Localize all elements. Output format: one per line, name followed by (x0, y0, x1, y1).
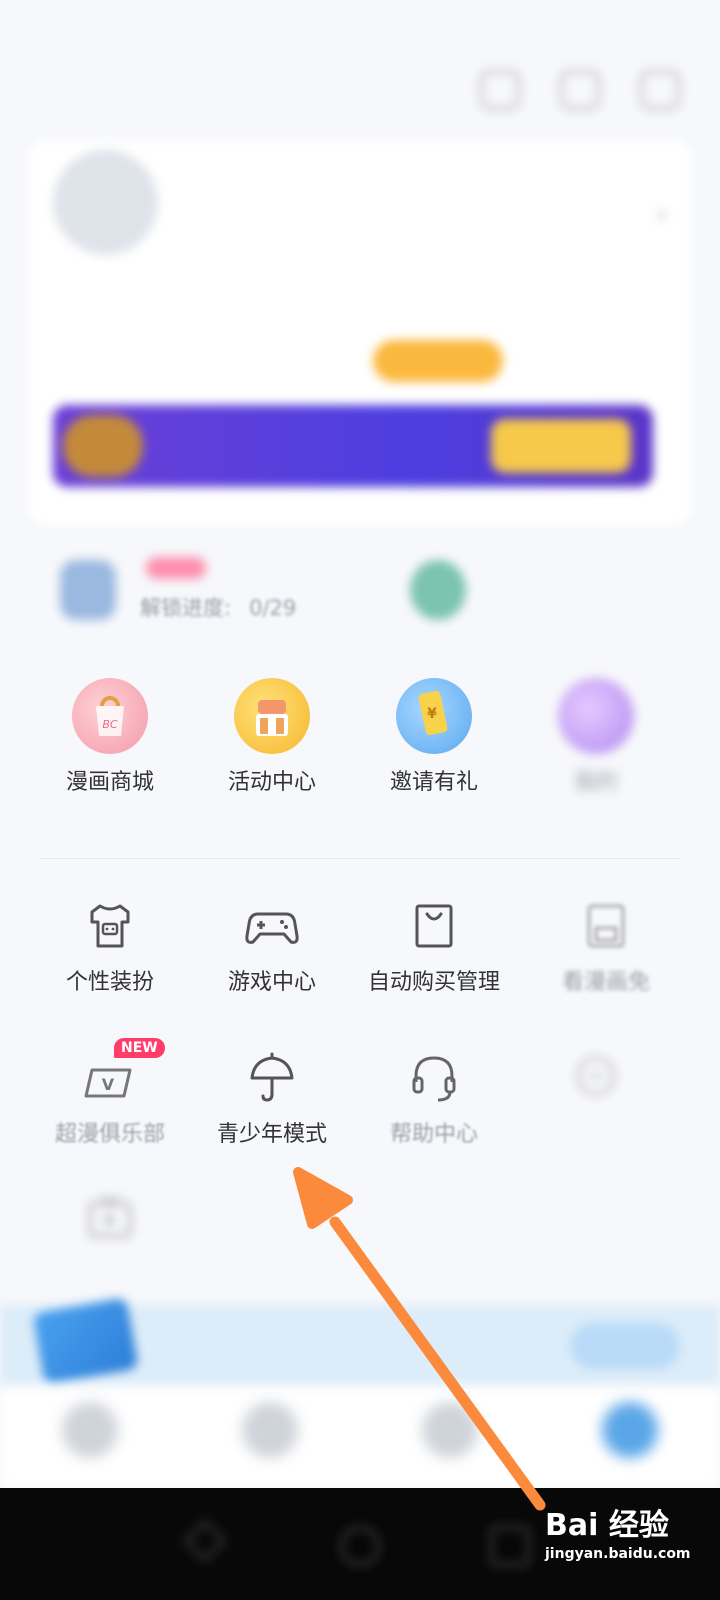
promo-banner[interactable] (0, 1297, 720, 1387)
lock-box-icon (60, 560, 116, 620)
svg-text:V: V (102, 1075, 115, 1094)
mini-title (140, 555, 206, 580)
badge-icon (410, 560, 466, 620)
tab-me[interactable] (540, 1402, 720, 1462)
feature-label: 帮助中心 (389, 1122, 478, 1147)
vip-open-button[interactable] (491, 419, 631, 473)
crown-icon (63, 415, 143, 477)
feature-label: 青少年模式 (216, 1122, 327, 1147)
feature-help-center[interactable]: 帮助中心 (344, 1050, 524, 1148)
feature-comic-mall[interactable]: BC 漫画商城 (20, 678, 200, 796)
recents-icon[interactable] (490, 1526, 530, 1566)
invite-coupon-icon: ¥ (396, 678, 472, 754)
feature-free-comics[interactable]: 看漫画免 (516, 898, 696, 996)
feature-tv[interactable] (20, 1190, 200, 1256)
progress-label: 解锁进度: (140, 596, 232, 620)
feature-row-1: BC 漫画商城 活动中心 ¥ 邀请有礼 我的 (0, 678, 720, 808)
profile-card[interactable]: › (28, 140, 692, 525)
profile-icon (602, 1402, 658, 1458)
feature-label: 我的 (573, 770, 618, 795)
mini-item-right[interactable] (410, 550, 690, 640)
avatar[interactable] (53, 150, 158, 255)
tshirt-icon (82, 898, 138, 954)
bookshelf-icon (242, 1402, 298, 1458)
tab-home[interactable] (0, 1402, 180, 1462)
feature-label: 邀请有礼 (389, 770, 478, 795)
feature-feedback[interactable] (506, 1050, 686, 1116)
discover-icon (422, 1402, 478, 1458)
unlock-progress: 解锁进度: 0/29 (140, 592, 296, 622)
feature-label: 自动购买管理 (367, 970, 500, 995)
card-icon (32, 1297, 139, 1385)
home-nav-icon[interactable] (340, 1526, 380, 1566)
shirt-dress-icon[interactable] (480, 70, 520, 110)
feature-label: 个性装扮 (65, 970, 154, 995)
message-icon[interactable] (560, 70, 600, 110)
feature-label: 超漫俱乐部 (54, 1122, 165, 1147)
status-bar (0, 0, 720, 50)
message-bubble-icon (568, 1050, 624, 1106)
tv-play-icon (82, 1190, 138, 1246)
progress-value: 0/29 (249, 596, 297, 620)
feature-auto-buy[interactable]: 自动购买管理 (344, 898, 524, 996)
feature-dress-up[interactable]: 个性装扮 (20, 898, 200, 996)
mini-item-unlock[interactable]: 解锁进度: 0/29 (60, 550, 360, 640)
feature-label: 看漫画免 (561, 970, 650, 995)
svg-text:BC: BC (102, 718, 118, 731)
divider (40, 858, 680, 859)
feature-label: 漫画商城 (65, 770, 154, 795)
hot-badge (146, 557, 206, 579)
feature-row-2: 个性装扮 游戏中心 自动购买管理 看漫画免 (0, 898, 720, 1028)
tab-bookshelf[interactable] (180, 1402, 360, 1462)
back-icon[interactable] (183, 1519, 227, 1563)
vip-club-icon: V NEW (82, 1038, 165, 1106)
mini-row: 解锁进度: 0/29 (0, 550, 720, 640)
feature-game-center[interactable]: 游戏中心 (182, 898, 362, 996)
baidu-watermark: Bai 经验 jingyan.baidu.com (545, 1500, 691, 1562)
home-icon (62, 1402, 118, 1458)
chevron-right-icon[interactable]: › (657, 200, 667, 230)
umbrella-icon (244, 1050, 300, 1106)
shopping-bag-outline-icon (406, 898, 462, 954)
header-actions (480, 70, 680, 110)
svg-text:¥: ¥ (427, 706, 437, 722)
feature-activity-center[interactable]: 活动中心 (182, 678, 362, 796)
tab-discover[interactable] (360, 1402, 540, 1462)
feature-label: 活动中心 (227, 770, 316, 795)
activity-gift-icon (234, 678, 310, 754)
save-disk-icon (578, 898, 634, 954)
new-badge: NEW (114, 1038, 165, 1058)
feature-my-item[interactable]: 我的 (506, 678, 686, 796)
feature-invite[interactable]: ¥ 邀请有礼 (344, 678, 524, 796)
watermark-main: Bai 经验 (545, 1508, 669, 1543)
gamepad-icon (244, 898, 300, 954)
watermark-url: jingyan.baidu.com (545, 1546, 691, 1562)
tab-bar (0, 1388, 720, 1488)
coin-pill[interactable] (373, 340, 503, 382)
feature-teen-mode[interactable]: 青少年模式 (182, 1050, 362, 1148)
feature-label: 游戏中心 (227, 970, 316, 995)
feature-row-3: V NEW 超漫俱乐部 青少年模式 帮助中心 (0, 1038, 720, 1180)
promo-banner-button[interactable] (570, 1323, 680, 1369)
settings-icon[interactable] (640, 70, 680, 110)
my-item-icon (558, 678, 634, 754)
shopping-bag-icon: BC (72, 678, 148, 754)
vip-banner[interactable] (53, 405, 653, 487)
headset-icon (406, 1050, 462, 1106)
feature-super-club[interactable]: V NEW 超漫俱乐部 (20, 1038, 200, 1148)
